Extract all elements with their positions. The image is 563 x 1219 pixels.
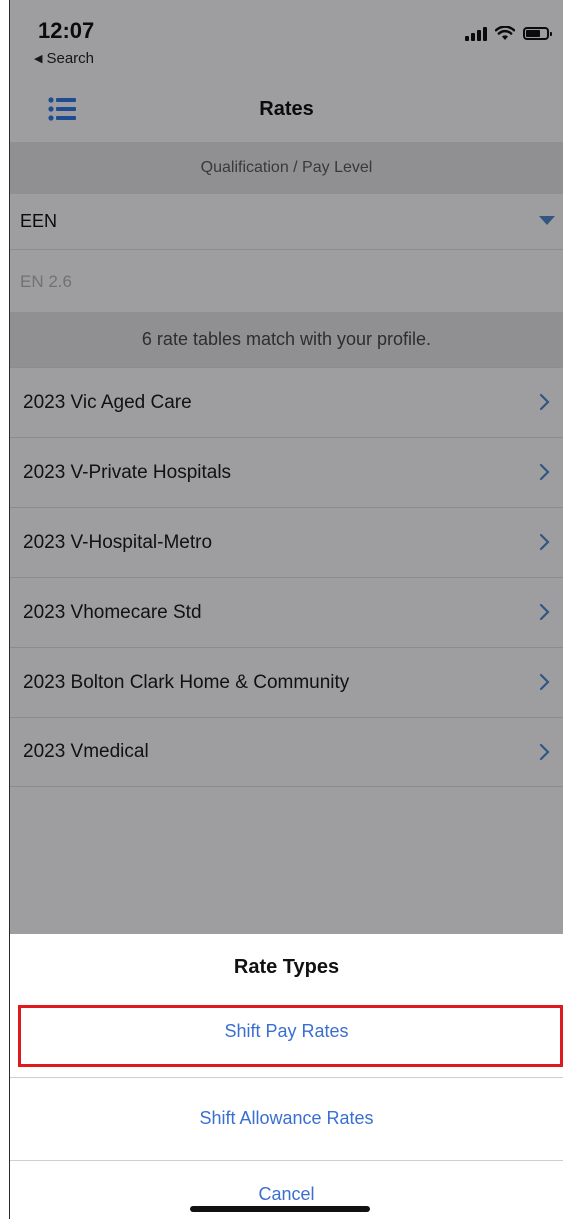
divider <box>10 1077 563 1078</box>
action-sheet-title: Rate Types <box>233 955 340 978</box>
modal-dim-overlay[interactable] <box>10 0 563 934</box>
rates-screen: 12:07 ◀ Search Rates Qualification / Pay… <box>10 0 563 1219</box>
shift-pay-rates-button[interactable]: Shift Pay Rates <box>10 1000 563 1062</box>
divider <box>10 1160 563 1161</box>
rate-types-action-sheet: Rate Types Shift Pay Rates Shift Allowan… <box>10 934 563 1219</box>
home-indicator[interactable] <box>190 1206 370 1212</box>
shift-allowance-rates-button[interactable]: Shift Allowance Rates <box>10 1087 563 1149</box>
